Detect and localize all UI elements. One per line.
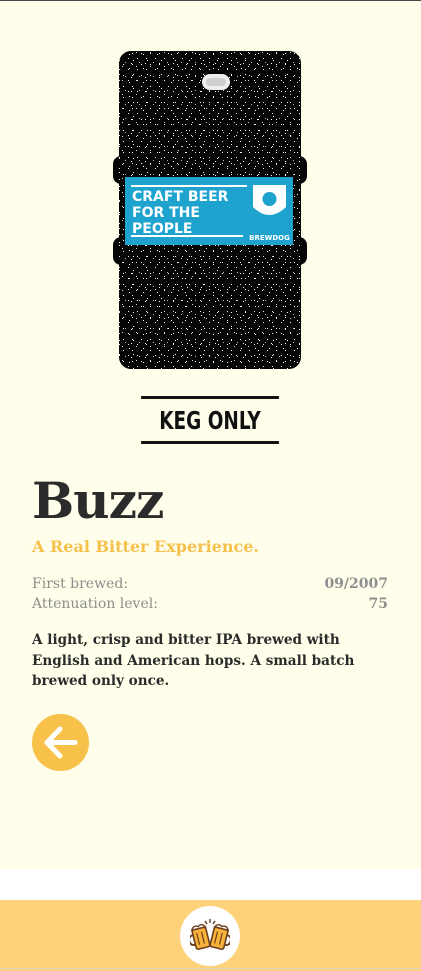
keg-label-line2: FOR THE <box>132 205 200 221</box>
beer-name: Buzz <box>32 471 164 530</box>
arrow-left-icon <box>44 726 78 759</box>
beer-detail-screen: CRAFT BEER FOR THE PEOPLE BREWDOG KEG ON… <box>0 0 421 971</box>
first-brewed-value: 09/2007 <box>324 576 388 592</box>
back-button[interactable] <box>32 714 89 771</box>
attenuation-label: Attenuation level: <box>32 596 158 612</box>
keg-only-badge: KEG ONLY <box>141 396 279 444</box>
bottom-nav-bar <box>0 900 421 971</box>
beer-card: CRAFT BEER FOR THE PEOPLE BREWDOG KEG ON… <box>0 1 421 869</box>
keg-label-line1: CRAFT BEER <box>132 189 229 205</box>
attenuation-row: Attenuation level: 75 <box>32 594 388 614</box>
attenuation-value: 75 <box>368 596 388 612</box>
home-button[interactable] <box>180 906 240 966</box>
beer-tagline: A Real Bitter Experience. <box>32 537 259 556</box>
keg-label-line3: PEOPLE <box>132 221 192 237</box>
first-brewed-row: First brewed: 09/2007 <box>32 574 388 594</box>
keg-image: CRAFT BEER FOR THE PEOPLE BREWDOG <box>113 51 307 373</box>
beer-mugs-icon <box>190 919 230 951</box>
beer-description: A light, crisp and bitter IPA brewed wit… <box>32 632 355 689</box>
keg-label-brand: BREWDOG <box>249 234 290 242</box>
bottom-divider <box>0 968 421 969</box>
first-brewed-label: First brewed: <box>32 576 129 592</box>
